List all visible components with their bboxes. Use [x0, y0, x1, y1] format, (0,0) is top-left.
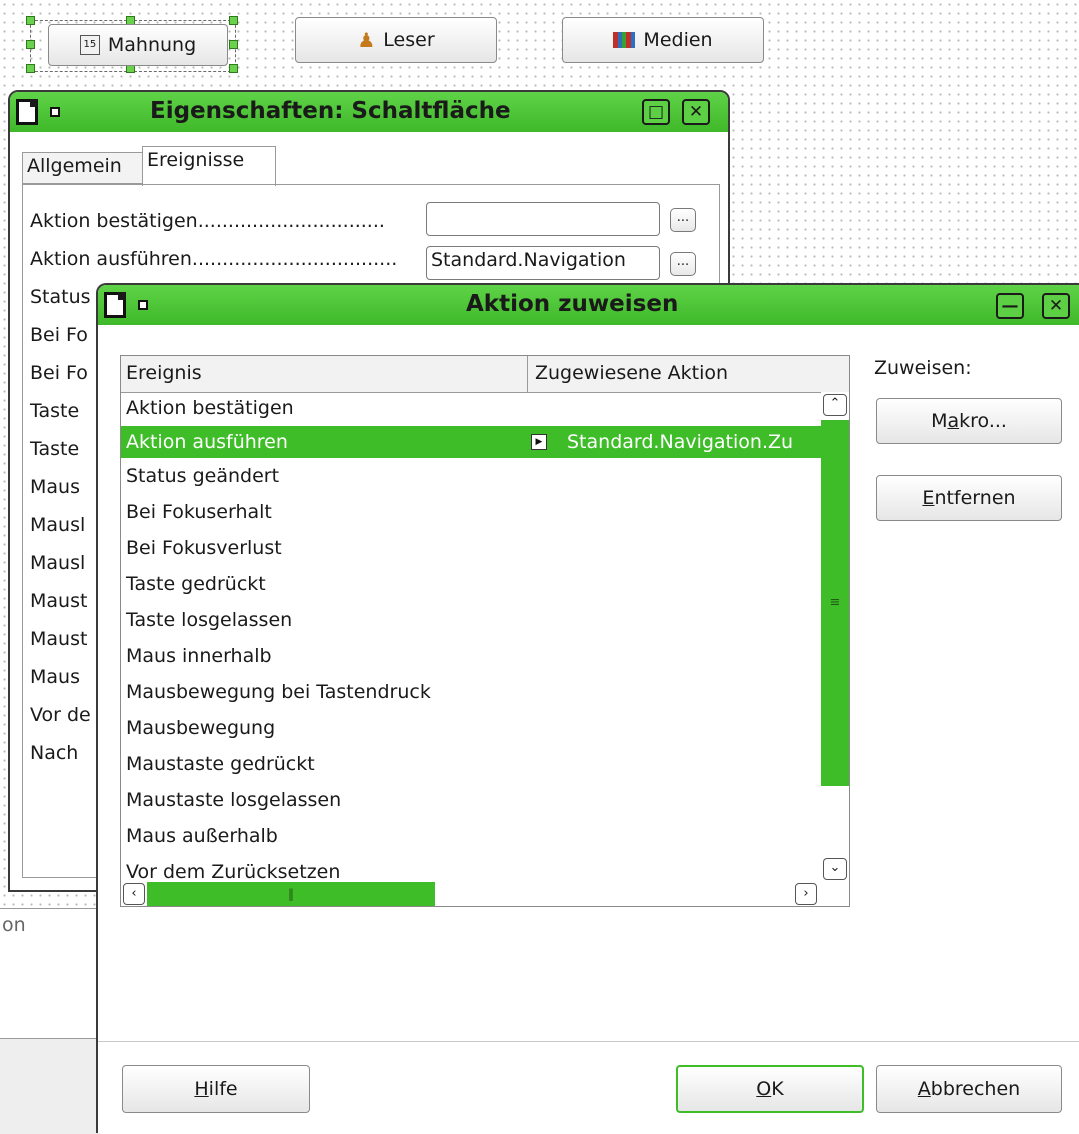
list-item[interactable]: Bei Fokusverlust: [121, 532, 282, 564]
clipped-label: Taste: [30, 438, 80, 460]
column-divider: [527, 356, 528, 392]
aktion-ausfuehren-label: Aktion ausführen........................…: [30, 248, 398, 270]
selection-handle[interactable]: [26, 64, 35, 73]
aktion-bestaetigen-dots-button[interactable]: ...: [670, 208, 696, 232]
clipped-label: Vor de: [30, 704, 91, 726]
clipped-label: Maus: [30, 476, 80, 498]
list-item[interactable]: Maustaste gedrückt: [121, 748, 315, 780]
clipped-label: Nach: [30, 742, 79, 764]
leser-label: Leser: [383, 29, 435, 51]
mahnung-button[interactable]: 15 Mahnung: [48, 24, 228, 66]
clipped-label: Bei Fo: [30, 362, 88, 384]
assign-titlebar[interactable]: Aktion zuweisen — ✕: [98, 285, 1079, 325]
clipped-label: Status: [30, 286, 91, 308]
assigned-action: Standard.Navigation.Zu: [567, 431, 794, 453]
ok-button[interactable]: OK: [676, 1065, 864, 1113]
macro-icon: ▶: [531, 434, 547, 450]
vertical-scroll-thumb[interactable]: ≡: [821, 420, 849, 786]
scroll-up-icon[interactable]: ⌃: [823, 394, 847, 416]
aktion-bestaetigen-field[interactable]: [426, 202, 660, 236]
tab-allgemein[interactable]: Allgemein: [22, 152, 144, 184]
clipped-label: Bei Fo: [30, 324, 88, 346]
clipped-label: Taste: [30, 400, 80, 422]
list-item[interactable]: Vor dem Zurücksetzen: [121, 856, 340, 884]
medien-button[interactable]: Medien: [562, 17, 764, 63]
books-icon: [613, 32, 636, 48]
events-list[interactable]: Ereignis Zugewiesene Aktion Aktion bestä…: [120, 355, 850, 907]
list-item-selected[interactable]: Aktion ausführen ▶ Standard.Navigation.Z…: [121, 426, 821, 458]
people-icon: ♟: [357, 28, 376, 52]
assign-label: Zuweisen:: [874, 357, 972, 379]
aktion-ausfuehren-field[interactable]: Standard.Navigation: [426, 246, 660, 280]
close-icon[interactable]: ✕: [682, 99, 710, 125]
window-menu-icon[interactable]: [50, 107, 60, 117]
tab-ereignisse[interactable]: Ereignisse: [142, 146, 276, 186]
background-label: on: [2, 914, 26, 936]
list-item[interactable]: Taste gedrückt: [121, 568, 266, 600]
footer-separator: [98, 1041, 1079, 1042]
vertical-scrollbar[interactable]: ⌃ ≡ ⌄: [821, 392, 849, 884]
maximize-icon[interactable]: □: [642, 99, 670, 125]
selection-handle[interactable]: [229, 16, 238, 25]
list-rows: Aktion bestätigen Aktion ausführen ▶ Sta…: [121, 392, 821, 884]
list-item[interactable]: Aktion bestätigen: [121, 392, 821, 424]
list-header: Ereignis Zugewiesene Aktion: [121, 356, 849, 393]
clipped-label: Maust: [30, 628, 88, 650]
selection-handle[interactable]: [26, 40, 35, 49]
calendar-icon: 15: [79, 35, 100, 55]
close-icon[interactable]: ✕: [1042, 293, 1070, 319]
properties-titlebar[interactable]: Eigenschaften: Schaltfläche □ ✕: [10, 92, 728, 132]
selection-handle[interactable]: [229, 64, 238, 73]
aktion-ausfuehren-dots-button[interactable]: ...: [670, 252, 696, 276]
cancel-button[interactable]: Abbrechen: [876, 1065, 1062, 1113]
minimize-icon[interactable]: —: [996, 293, 1024, 319]
background-divider: [0, 1038, 100, 1134]
horizontal-scrollbar[interactable]: ‹ ‖ ›: [121, 882, 821, 906]
remove-button[interactable]: Entfernen: [876, 475, 1062, 521]
list-item[interactable]: Mausbewegung: [121, 712, 275, 744]
clipped-label: Mausl: [30, 514, 86, 536]
aktion-bestaetigen-label: Aktion bestätigen.......................…: [30, 210, 385, 232]
window-menu-icon[interactable]: [138, 300, 148, 310]
scroll-down-icon[interactable]: ⌄: [823, 858, 847, 880]
list-item[interactable]: Maustaste losgelassen: [121, 784, 341, 816]
medien-label: Medien: [643, 29, 713, 51]
assign-title: Aktion zuweisen: [466, 291, 679, 317]
selection-handle[interactable]: [229, 40, 238, 49]
document-icon: [104, 292, 126, 318]
horizontal-scroll-thumb[interactable]: ‖: [147, 882, 435, 906]
clipped-label: Maus: [30, 666, 80, 688]
clipped-label: Mausl: [30, 552, 86, 574]
list-item[interactable]: Taste losgelassen: [121, 604, 292, 636]
help-button[interactable]: Hilfe: [122, 1065, 310, 1113]
scroll-right-icon[interactable]: ›: [795, 883, 817, 905]
list-item[interactable]: Maus außerhalb: [121, 820, 278, 852]
list-item[interactable]: Maus innerhalb: [121, 640, 272, 672]
macro-button[interactable]: Makro...: [876, 398, 1062, 444]
list-item[interactable]: Bei Fokuserhalt: [121, 496, 272, 528]
mahnung-label: Mahnung: [107, 34, 197, 56]
list-item[interactable]: Mausbewegung bei Tastendruck: [121, 676, 431, 708]
selection-handle[interactable]: [26, 16, 35, 25]
document-icon: [16, 99, 38, 125]
leser-button[interactable]: ♟ Leser: [295, 17, 497, 63]
assign-action-dialog: Aktion zuweisen — ✕ Ereignis Zugewiesene…: [96, 283, 1079, 1133]
column-zugewiesene-aktion[interactable]: Zugewiesene Aktion: [535, 362, 728, 384]
properties-title: Eigenschaften: Schaltfläche: [150, 98, 511, 124]
scroll-left-icon[interactable]: ‹: [123, 883, 145, 905]
column-ereignis[interactable]: Ereignis: [126, 362, 202, 384]
list-item[interactable]: Status geändert: [121, 460, 279, 492]
clipped-label: Maust: [30, 590, 88, 612]
